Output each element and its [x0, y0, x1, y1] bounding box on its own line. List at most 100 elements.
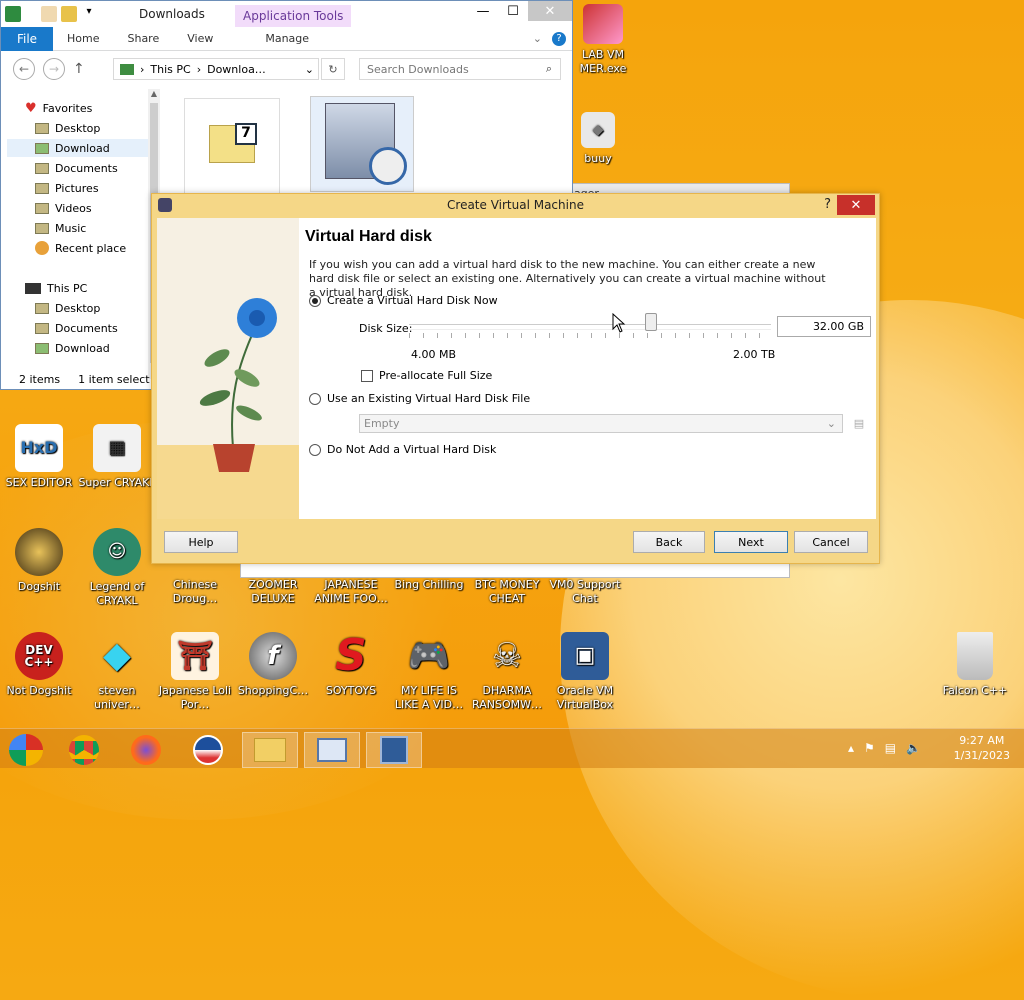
taskbar-virtualbox[interactable]	[366, 732, 422, 768]
desktop-icon-legend-of-cryakl[interactable]: ☺ Legend of CRYAKL	[78, 528, 156, 608]
search-input[interactable]: Search Downloads ⌕	[359, 58, 561, 80]
desktop-icon-vm0-support-chat[interactable]: VM0 Support Chat	[546, 578, 624, 606]
radio-existing-disk[interactable]: Use an Existing Virtual Hard Disk File	[309, 392, 530, 405]
nav-downloads[interactable]: Download	[7, 139, 149, 157]
dialog-content: Virtual Hard disk If you wish you can ad…	[305, 218, 876, 519]
nav-recent-places[interactable]: Recent place	[35, 239, 126, 257]
desktop-icon-sex-editor[interactable]: HxD SEX EDITOR	[0, 424, 78, 490]
diamond-icon: ◆	[103, 635, 131, 676]
tab-share[interactable]: Share	[113, 32, 173, 45]
browse-folder-icon[interactable]: ▤	[849, 413, 869, 433]
flag-icon[interactable]: ⚑	[864, 741, 875, 755]
taskbar-firefox[interactable]	[118, 732, 174, 768]
taskbar-file-explorer[interactable]	[242, 732, 298, 768]
slider-thumb[interactable]	[645, 313, 657, 331]
address-bar[interactable]: › This PC › Downloa… ⌄	[113, 58, 319, 80]
chevron-up-icon[interactable]: ▴	[848, 741, 854, 755]
desktop-icon-zoomer-deluxe[interactable]: ZOOMER DELUXE	[234, 578, 312, 606]
file-item-7zip[interactable]: 7	[184, 98, 280, 194]
maximize-button[interactable]: ☐	[498, 1, 528, 21]
system-tray: ▴ ⚑ ▤ 🔈	[848, 741, 921, 755]
nav-pc-documents[interactable]: Documents	[35, 319, 118, 337]
breadcrumb-separator: ›	[196, 62, 202, 76]
breadcrumb-this-pc[interactable]: This PC	[150, 63, 190, 76]
desktop-icon-steven-universe[interactable]: ◆ steven univer…	[78, 632, 156, 712]
volume-icon[interactable]: 🔈	[906, 741, 921, 755]
next-button[interactable]: Next	[714, 531, 788, 553]
nav-pictures[interactable]: Pictures	[35, 179, 99, 197]
tab-home[interactable]: Home	[53, 32, 113, 45]
desktop-icon-btc-money-cheat[interactable]: BTC MONEY CHEAT	[468, 578, 546, 606]
taskbar-remote-desktop[interactable]	[304, 732, 360, 768]
help-icon[interactable]: ?	[824, 197, 831, 212]
desktop-icon-shopping[interactable]: f ShoppingC…	[234, 632, 312, 698]
scroll-up-icon[interactable]: ▲	[148, 89, 160, 98]
tab-view[interactable]: View	[173, 32, 227, 45]
back-arrow-icon[interactable]: ←	[13, 58, 35, 80]
radio-selected-icon	[309, 294, 321, 307]
breadcrumb-downloads[interactable]: Downloa…	[207, 63, 266, 76]
desktop-icon-not-dogshit[interactable]: DEV C++ Not Dogshit	[0, 632, 78, 698]
disk-size-input[interactable]: 32.00 GB	[777, 316, 871, 337]
disc-icon	[15, 528, 63, 576]
nav-videos[interactable]: Videos	[35, 199, 92, 217]
clock[interactable]: 9:27 AM 1/31/2023	[954, 733, 1010, 763]
tab-manage[interactable]: Manage	[235, 32, 323, 45]
desktop-icon-my-life[interactable]: 🎮 MY LIFE IS LIKE A VID…	[390, 632, 468, 712]
chevron-down-icon[interactable]: ⌄	[305, 63, 314, 76]
radio-no-disk[interactable]: Do Not Add a Virtual Hard Disk	[309, 443, 496, 456]
desktop-icon-japanese-anime[interactable]: JAPANESE ANIME FOO…	[312, 578, 390, 606]
desktop-icon-japanese-loli[interactable]: ⛩ Japanese Loli Por…	[156, 632, 234, 712]
taskbar-chrome[interactable]	[56, 732, 112, 768]
flash-icon: f	[249, 632, 297, 680]
desktop-icon-dharma[interactable]: ☠ DHARMA RANSOMW…	[468, 632, 546, 712]
documents-folder-icon	[35, 162, 49, 174]
videos-folder-icon	[35, 202, 49, 214]
heart-icon: ♥	[25, 100, 37, 116]
help-icon[interactable]: ?	[552, 31, 566, 46]
documents-folder-icon	[35, 322, 49, 334]
start-button[interactable]	[0, 732, 52, 768]
lab-vm-icon	[583, 4, 623, 44]
desktop-icon-soytoys[interactable]: S SOYTOYS	[312, 632, 390, 698]
desktop-icon-dogshit[interactable]: Dogshit	[0, 528, 78, 594]
refresh-button[interactable]: ↻	[321, 58, 345, 80]
close-button[interactable]: ✕	[837, 195, 875, 215]
nav-this-pc[interactable]: This PC	[25, 279, 87, 297]
properties-icon[interactable]	[41, 6, 57, 22]
desktop-icon-super-cryakl[interactable]: ▦ Super CRYAKL	[78, 424, 156, 490]
tab-file[interactable]: File	[1, 26, 53, 51]
window-controls: — ☐ ✕	[468, 1, 572, 21]
desktop-icon-falcon[interactable]: Falcon C++	[936, 632, 1014, 698]
desktop-icon-bing-chilling[interactable]: Bing Chilling	[390, 578, 468, 592]
expand-ribbon-icon[interactable]: ⌄	[533, 32, 542, 45]
minimize-button[interactable]: —	[468, 1, 498, 21]
radio-create-disk[interactable]: Create a Virtual Hard Disk Now	[309, 294, 498, 307]
back-button[interactable]: Back	[633, 531, 705, 553]
network-icon[interactable]: ▤	[885, 741, 896, 755]
nav-pc-downloads[interactable]: Download	[35, 339, 110, 357]
nav-favorites[interactable]: ♥ Favorites	[25, 99, 92, 117]
chevron-down-icon: ⌄	[826, 417, 836, 430]
help-button[interactable]: Help	[164, 531, 238, 553]
taskbar-obama[interactable]	[180, 732, 236, 768]
chevron-down-icon[interactable]: ▾	[81, 6, 97, 22]
nav-documents[interactable]: Documents	[35, 159, 118, 177]
nav-desktop[interactable]: Desktop	[35, 119, 100, 137]
file-item-virtualbox[interactable]	[310, 96, 414, 192]
close-button[interactable]: ✕	[528, 1, 572, 21]
disk-size-slider[interactable]	[409, 324, 771, 330]
desktop-icon-chinese-droug[interactable]: Chinese Droug…	[156, 578, 234, 606]
folder-icon[interactable]	[5, 6, 21, 22]
forward-arrow-icon[interactable]: →	[43, 58, 65, 80]
new-folder-icon[interactable]	[61, 6, 77, 22]
existing-disk-select[interactable]: Empty ⌄	[359, 414, 843, 433]
title-bar: ▾ Application Tools Downloads — ☐ ✕	[1, 1, 572, 27]
firefox-icon	[131, 735, 161, 765]
desktop-icon-oracle-vm[interactable]: ▣ Oracle VM VirtualBox	[546, 632, 624, 712]
nav-pc-desktop[interactable]: Desktop	[35, 299, 100, 317]
up-arrow-icon[interactable]: ↑	[73, 61, 85, 77]
cancel-button[interactable]: Cancel	[794, 531, 868, 553]
nav-music[interactable]: Music	[35, 219, 86, 237]
preallocate-checkbox[interactable]: Pre-allocate Full Size	[361, 369, 492, 382]
